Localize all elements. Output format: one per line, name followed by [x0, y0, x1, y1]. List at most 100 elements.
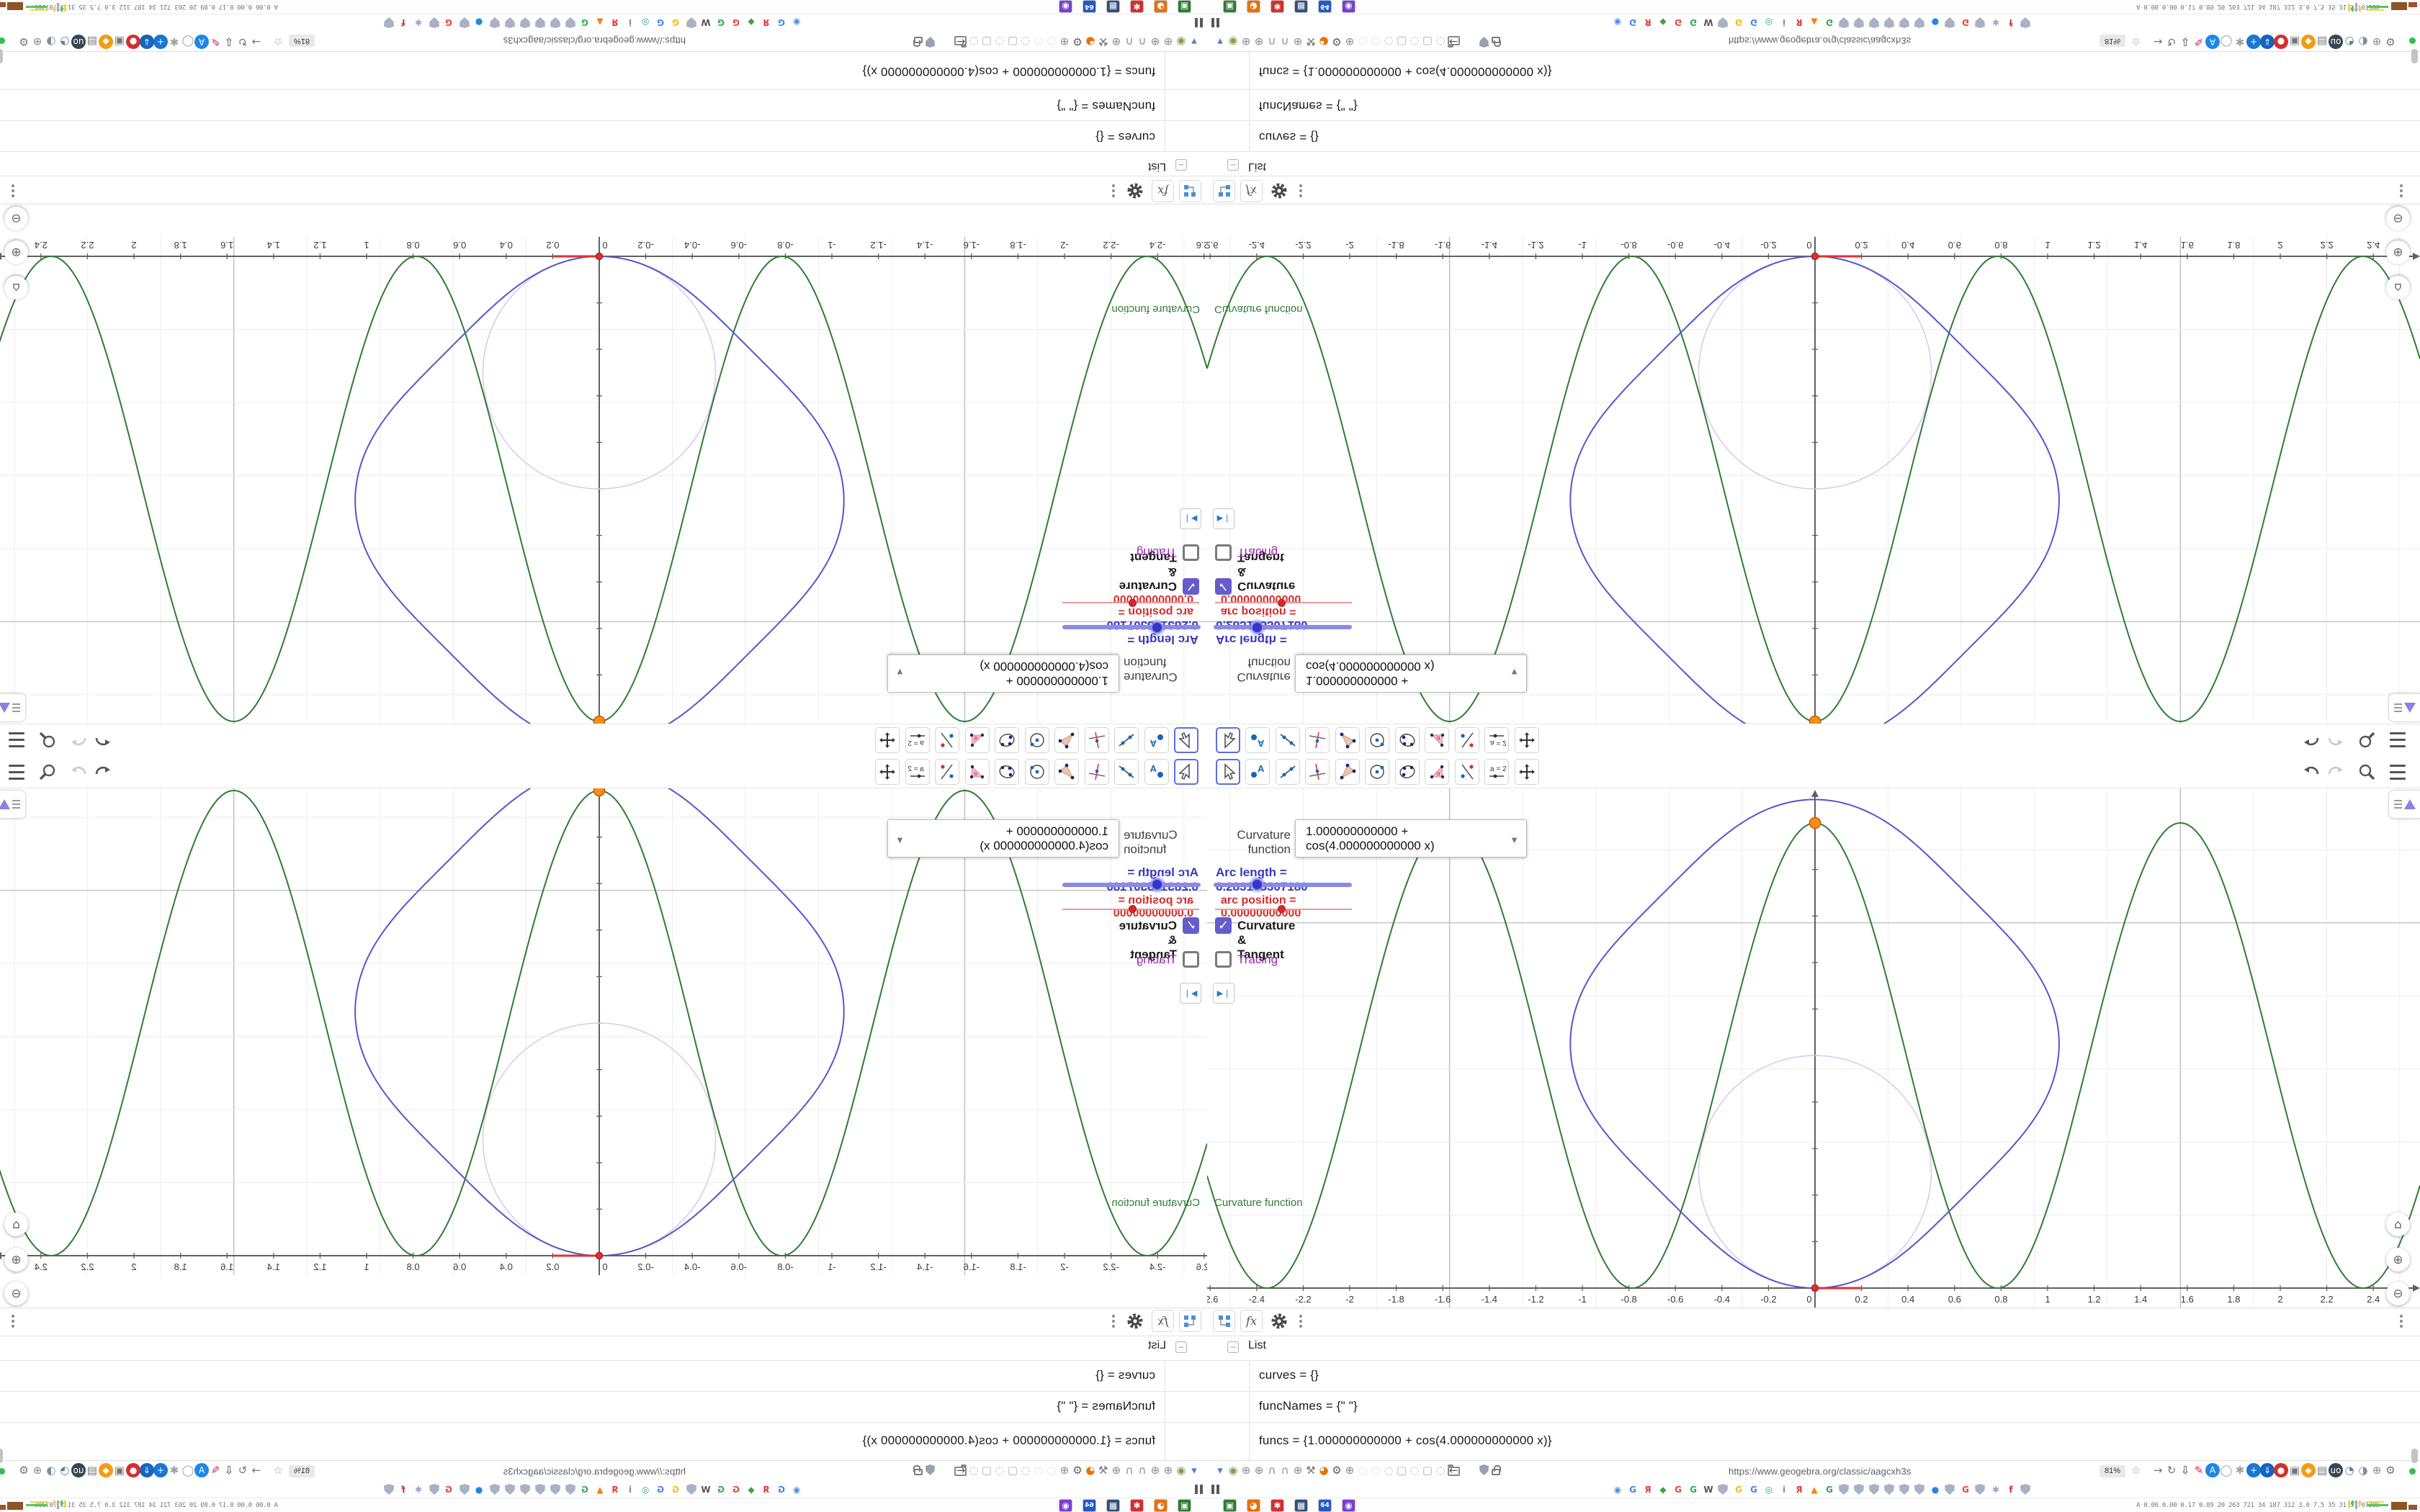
icon[interactable]: [384, 1484, 394, 1495]
icon[interactable]: i: [1778, 17, 1790, 28]
tool-slider-button[interactable]: a = 2: [905, 727, 930, 753]
undo-button[interactable]: [2301, 729, 2321, 752]
list-collapse-button[interactable]: –: [1227, 159, 1239, 171]
taskbar-app-settings[interactable]: ✱: [1270, 0, 1284, 13]
icon[interactable]: ⊕: [2370, 1463, 2384, 1477]
arc-length-slider[interactable]: [1062, 625, 1201, 629]
icon[interactable]: ●: [2274, 35, 2288, 49]
icon[interactable]: uo: [2329, 1463, 2343, 1477]
undo-button[interactable]: [93, 729, 113, 752]
icon[interactable]: ◉: [1226, 1463, 1240, 1477]
tool-angle-button[interactable]: α: [1425, 727, 1449, 753]
icon[interactable]: G: [655, 17, 666, 28]
icon[interactable]: [490, 17, 500, 28]
taskbar-app-save-64[interactable]: 64: [1083, 1499, 1096, 1512]
tool-move-view-button[interactable]: [875, 759, 900, 785]
search-button[interactable]: [37, 729, 58, 752]
icon[interactable]: [1899, 17, 1909, 28]
media-pause-icon[interactable]: [1211, 18, 1219, 27]
icon[interactable]: f: [398, 17, 409, 28]
arc-length-slider-thumb[interactable]: [1251, 878, 1263, 891]
icon[interactable]: A: [194, 1463, 209, 1477]
undo-button[interactable]: [2301, 760, 2321, 783]
icon[interactable]: ○: [1368, 1463, 1383, 1477]
main-menu-button[interactable]: [6, 760, 27, 783]
list-collapse-button[interactable]: –: [1175, 1341, 1187, 1353]
icon[interactable]: [460, 17, 470, 28]
zoom-in-button[interactable]: ⊕: [2386, 1248, 2410, 1272]
algebra-row-funcnames[interactable]: funcNames = {" "}: [1207, 90, 2420, 120]
arc-length-slider[interactable]: [1214, 625, 1352, 629]
tool-slider-button[interactable]: a = 2: [905, 759, 930, 785]
icon[interactable]: ◔: [58, 1463, 72, 1477]
icon[interactable]: ▲: [594, 17, 606, 28]
function-picker-dropdown[interactable]: 1.000000000000 + cos(4.000000000000 x) ▼: [887, 819, 1119, 858]
icon[interactable]: ⚙: [1070, 35, 1085, 49]
tool-circle-center-button[interactable]: [1365, 759, 1389, 785]
icon[interactable]: ◌: [967, 1463, 981, 1477]
algebra-row-funcs[interactable]: funcs = {1.000000000000 + cos(4.00000000…: [0, 1423, 1207, 1461]
icon[interactable]: ⚒: [1096, 35, 1111, 49]
icon[interactable]: ◌: [1407, 1463, 1422, 1477]
function-picker-dropdown[interactable]: 1.000000000000 + cos(4.000000000000 x) ▼: [1295, 819, 1527, 858]
tracing-checkbox[interactable]: [1183, 951, 1199, 968]
algebra-row-funcs[interactable]: funcs = {1.000000000000 + cos(4.00000000…: [1207, 1423, 2420, 1461]
icon[interactable]: [1914, 17, 1924, 28]
icon[interactable]: [520, 17, 530, 28]
icon[interactable]: [429, 17, 439, 28]
algebra-settings-button[interactable]: [1268, 1310, 1290, 1332]
taskbar-app-capture-tool[interactable]: ▦: [1106, 0, 1120, 13]
tool-point-button[interactable]: A: [1144, 759, 1169, 785]
icon[interactable]: [1945, 1484, 1955, 1495]
visibility-marble[interactable]: [1223, 1400, 1237, 1413]
icon[interactable]: W: [1703, 1484, 1714, 1495]
zoom-in-button[interactable]: ⊕: [4, 240, 28, 264]
tool-move-view-button[interactable]: [1515, 759, 1539, 785]
icon[interactable]: [505, 1484, 515, 1495]
icon[interactable]: ○: [1355, 1463, 1370, 1477]
visibility-marble[interactable]: [1178, 99, 1191, 112]
icon[interactable]: ○: [1044, 1463, 1059, 1477]
icon[interactable]: ◔: [2342, 1463, 2357, 1477]
algebra-kebab-menu[interactable]: [1112, 1315, 1115, 1328]
icon[interactable]: ▢: [1005, 1463, 1020, 1477]
icon[interactable]: ∩: [1122, 35, 1137, 49]
zoom-out-button[interactable]: ⊖: [2386, 1282, 2410, 1305]
url-text[interactable]: https://www.geogebra.org/classic/aagcxh3…: [1729, 1466, 1911, 1477]
icon[interactable]: ⚙: [1070, 1463, 1085, 1477]
icon[interactable]: ⊕: [1109, 35, 1124, 49]
tool-move-button[interactable]: [1216, 759, 1240, 785]
tracing-checkbox[interactable]: [1183, 544, 1199, 561]
icon[interactable]: uo: [71, 1463, 86, 1477]
icon[interactable]: G: [1672, 1484, 1684, 1495]
icon[interactable]: ●: [1930, 1484, 1941, 1495]
icon[interactable]: ◑: [44, 1463, 58, 1477]
tool-point-button[interactable]: A: [1245, 727, 1270, 753]
graphics-view[interactable]: -2.6 -2.4 -2.2 -2 -1.8 -1.6 -1.4 -1.2 -1 -0.8 -0.6…: [1207, 788, 2420, 1308]
icon[interactable]: [565, 1484, 575, 1495]
tracing-checkbox[interactable]: [1215, 951, 1232, 968]
icon[interactable]: ⊕: [30, 35, 45, 49]
icon[interactable]: ◕: [1083, 1463, 1098, 1477]
algebra-kebab-menu[interactable]: [1299, 184, 1302, 197]
icon[interactable]: ○: [1368, 35, 1383, 49]
main-menu-button[interactable]: [2388, 760, 2408, 783]
zoom-in-button[interactable]: ⊕: [2386, 240, 2410, 264]
icon[interactable]: ⊕: [1343, 35, 1357, 49]
curvature-tangent-checkbox[interactable]: ✓: [1183, 917, 1199, 934]
icon[interactable]: [1869, 17, 1879, 28]
icon[interactable]: W: [700, 1484, 712, 1495]
icon[interactable]: ✎: [208, 35, 223, 49]
icon[interactable]: [550, 1484, 560, 1495]
taskbar-app-terminal[interactable]: ▣: [1178, 0, 1191, 13]
icon[interactable]: G: [1960, 17, 1971, 28]
icon[interactable]: ▾: [1213, 1463, 1227, 1477]
icon[interactable]: i: [1778, 1484, 1790, 1495]
tool-conic-button[interactable]: [1395, 759, 1420, 785]
visibility-marble[interactable]: [1178, 64, 1191, 78]
icon[interactable]: ◎: [1763, 17, 1775, 28]
folder-icon[interactable]: [954, 1467, 967, 1476]
tracking-shield-icon[interactable]: [926, 37, 935, 48]
icon[interactable]: ○: [1031, 35, 1046, 49]
icon[interactable]: ⚙: [1330, 35, 1344, 49]
